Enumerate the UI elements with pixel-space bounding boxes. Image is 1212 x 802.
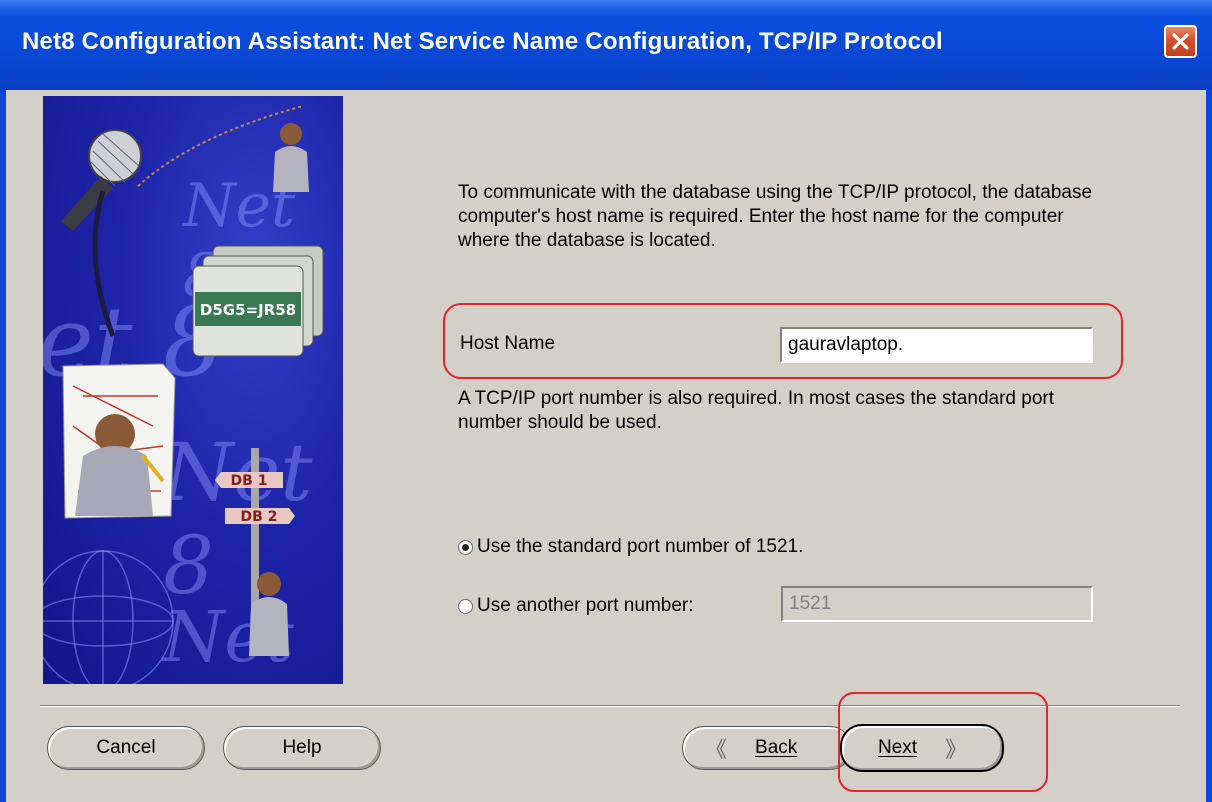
person-icon [273, 123, 309, 192]
host-name-label: Host Name [460, 333, 556, 354]
chevron-right-icon: 》 [945, 737, 968, 762]
title-bar[interactable]: Net8 Configuration Assistant: Net Servic… [0, 0, 1212, 90]
radio-standard-port[interactable]: Use the standard port number of 1521. [458, 536, 803, 558]
port-number-input[interactable] [781, 586, 1093, 622]
folders-icon: D5G5=JR58 [192, 245, 324, 357]
next-button-label: Next [878, 737, 918, 758]
close-icon [1172, 33, 1189, 50]
radio-checked-icon[interactable] [458, 539, 473, 555]
wizard-illustration: Net 8 et 8 Net 8 Net 8 D5G5=JR58 [43, 96, 343, 684]
button-separator [40, 705, 1180, 707]
next-button[interactable]: Next 》 [840, 724, 1004, 772]
radio-standard-port-label: Use the standard port number of 1521. [477, 536, 804, 557]
window-frame-left [0, 90, 6, 802]
back-button-label: Back [755, 737, 798, 758]
radio-unchecked-icon[interactable] [458, 598, 473, 614]
signpost-label: DB 1 [231, 473, 268, 489]
microphone-icon [61, 129, 142, 337]
back-button[interactable]: 《 Back [682, 726, 852, 770]
diagram-document-icon [62, 363, 176, 519]
chevron-left-icon: 《 [705, 737, 728, 762]
dialog-window: Net8 Configuration Assistant: Net Servic… [0, 0, 1212, 802]
globe-icon [43, 550, 174, 684]
signpost-label: DB 2 [241, 509, 278, 525]
port-info-text: A TCP/IP port number is also required. I… [458, 388, 1054, 433]
help-button[interactable]: Help [223, 726, 381, 770]
close-button[interactable] [1164, 25, 1197, 58]
radio-other-port-label: Use another port number: [477, 595, 694, 616]
window-title: Net8 Configuration Assistant: Net Servic… [22, 28, 943, 55]
help-button-label: Help [282, 737, 322, 758]
host-name-input[interactable] [780, 327, 1093, 363]
folder-label: D5G5=JR58 [200, 301, 296, 319]
radio-other-port[interactable]: Use another port number: [458, 595, 694, 617]
cancel-button[interactable]: Cancel [47, 726, 205, 770]
illustration-graphics: D5G5=JR58 DB 1 DB 2 [43, 105, 324, 684]
cancel-button-label: Cancel [96, 737, 156, 758]
window-frame-right [1206, 90, 1212, 802]
intro-text: To communicate with the database using t… [458, 182, 1093, 251]
